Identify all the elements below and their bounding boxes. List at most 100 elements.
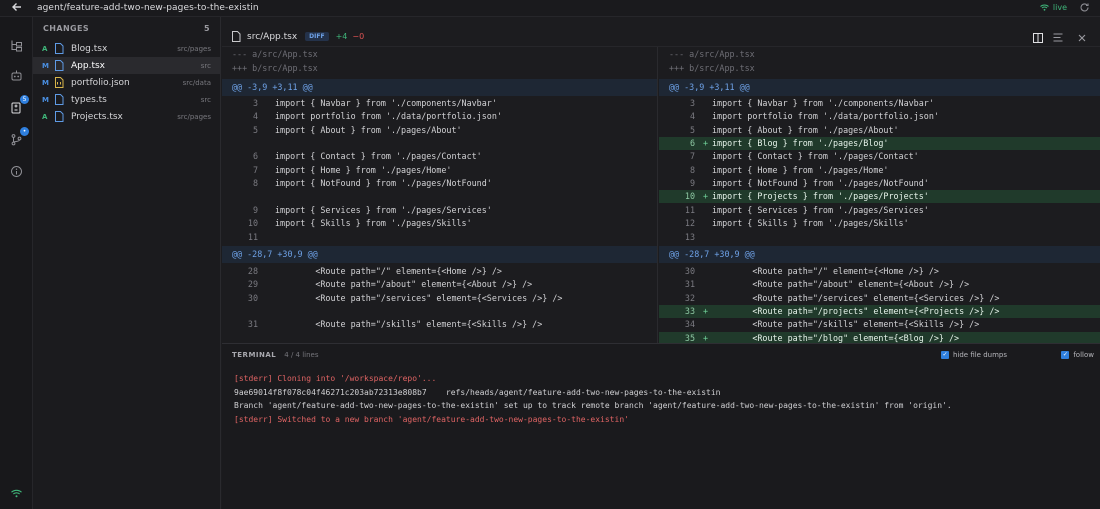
file-row[interactable]: A Projects.tsx src/pages: [33, 108, 220, 125]
checkmark-icon: ✓: [940, 351, 949, 359]
code-line: 13: [659, 231, 1100, 244]
back-arrow-icon[interactable]: [11, 1, 27, 15]
follow-checkbox[interactable]: ✓ follow: [1061, 351, 1094, 359]
diff-meta-new: +++ b/src/App.tsx: [232, 63, 318, 73]
changes-header: CHANGES 5: [33, 17, 220, 40]
file-icon: [54, 111, 64, 122]
split-view-icon[interactable]: [1032, 32, 1044, 43]
code-line: 8 import { NotFound } from './pages/NotFo…: [222, 177, 657, 190]
code-line: 3 import { Navbar } from './components/Na…: [659, 97, 1100, 110]
code-text: <Route path="/skills" element={<Skills /…: [275, 319, 543, 330]
line-number: 7: [689, 151, 695, 162]
code-text: import { Home } from './pages/Home': [275, 164, 452, 175]
hide-file-dumps-label: hide file dumps: [952, 351, 1007, 359]
terminal-output: [stderr] Cloning into '/workspace/repo'.…: [222, 366, 1100, 426]
code-text: <Route path="/services" element={<Servic…: [712, 292, 1000, 303]
line-number: 5: [252, 124, 258, 135]
code-text: import { About } from './pages/About': [712, 124, 899, 135]
follow-label: follow: [1073, 351, 1094, 359]
code-line: 7 import { Contact } from './pages/Contac…: [659, 150, 1100, 163]
line-number: 34: [684, 319, 695, 330]
line-number: 5: [689, 124, 695, 135]
code-text: import { Services } from './pages/Servic…: [275, 204, 492, 215]
code-text: import { Blog } from './pages/Blog': [712, 138, 889, 149]
top-bar: agent/feature-add-two-new-pages-to-the-e…: [0, 0, 1100, 17]
code-text: <Route path="/blog" element={<Blog />} /…: [712, 332, 960, 343]
added-line: 35 + <Route path="/blog" element={<Blog /…: [659, 331, 1100, 343]
unified-view-icon[interactable]: [1052, 32, 1064, 43]
code-text: import portfolio from './data/portfolio.…: [275, 111, 502, 122]
code-line: 7 import { Home } from './pages/Home': [222, 164, 657, 177]
code-text: import { Navbar } from './components/Nav…: [275, 98, 497, 108]
git-branch-icon[interactable]: •: [8, 127, 29, 148]
code-text: import { Skills } from './pages/Skills': [275, 218, 472, 229]
code-line: 5 import { About } from './pages/About': [222, 124, 657, 137]
code-text: <Route path="/" element={<Home />} />: [275, 266, 502, 276]
refresh-icon[interactable]: [1079, 2, 1090, 16]
line-number: 9: [689, 178, 695, 189]
additions-count: +4: [335, 32, 348, 41]
code-line: 11 import { Services } from './pages/Serv…: [659, 204, 1100, 217]
line-number: 13: [684, 231, 695, 242]
changes-count-badge: 5: [20, 95, 29, 104]
line-number: 6: [689, 138, 695, 149]
added-line: 33 + <Route path="/projects" element={<Pr…: [659, 305, 1100, 319]
info-icon[interactable]: [8, 163, 25, 180]
code-text: import { NotFound } from './pages/NotFou…: [712, 178, 929, 189]
line-number: 28: [247, 266, 258, 276]
agent-bot-icon[interactable]: [8, 67, 25, 84]
file-row[interactable]: Mportfolio.json src/data: [33, 74, 220, 91]
line-number: 4: [689, 111, 695, 122]
code-text: import { Contact } from './pages/Contact…: [275, 151, 482, 162]
file-icon: [231, 31, 241, 42]
code-text: import { About } from './pages/About': [275, 124, 462, 135]
code-text: <Route path="/" element={<Home />} />: [712, 266, 939, 276]
line-number: 8: [689, 164, 695, 175]
code-line: 8 import { Home } from './pages/Home': [659, 164, 1100, 177]
code-line: 4 import portfolio from './data/portfolio…: [222, 110, 657, 123]
hide-file-dumps-checkbox[interactable]: ✓ hide file dumps: [940, 351, 1007, 359]
code-line: 32 <Route path="/services" element={<Ser…: [659, 292, 1100, 305]
line-number: 35: [684, 332, 695, 343]
terminal-header: TERMINAL 4 / 4 lines ✓ hide file dumps ✓…: [222, 344, 1100, 366]
diff-meta-old: --- a/src/App.tsx: [232, 49, 318, 59]
diff-pane-new: --- a/src/App.tsx +++ b/src/App.tsx @@ -3,…: [659, 47, 1100, 343]
file-status-badge: A: [42, 112, 48, 121]
code-line: 28 <Route path="/" element={<Home />} />: [222, 265, 657, 278]
code-text: import portfolio from './data/portfolio.…: [712, 111, 939, 122]
line-number: 30: [247, 292, 258, 303]
file-status-badge: M: [42, 78, 49, 87]
code-line: 9 import { NotFound } from './pages/NotFo…: [659, 177, 1100, 190]
code-line: 4 import portfolio from './data/portfolio…: [659, 110, 1100, 123]
file-row[interactable]: Mtypes.ts src: [33, 91, 220, 108]
diff-pane-old: --- a/src/App.tsx +++ b/src/App.tsx @@ -3,…: [222, 47, 658, 343]
line-number: 12: [684, 218, 695, 229]
code-line: 10 import { Skills } from './pages/Skills…: [222, 217, 657, 230]
branch-title: agent/feature-add-two-new-pages-to-the-e…: [37, 3, 259, 13]
code-line: 3 import { Navbar } from './components/Na…: [222, 97, 657, 110]
code-text: <Route path="/projects" element={<Projec…: [712, 306, 1000, 317]
file-row[interactable]: M App.tsx src: [33, 57, 220, 74]
activity-rail: 5 •: [0, 17, 33, 509]
line-number: 11: [247, 231, 258, 242]
code-text: import { NotFound } from './pages/NotFou…: [275, 178, 492, 189]
added-marker: +: [703, 191, 709, 202]
file-directory: src: [200, 61, 211, 70]
code-line: 34 <Route path="/skills" element={<Skill…: [659, 318, 1100, 331]
added-marker: +: [703, 332, 709, 343]
line-number: 10: [684, 191, 695, 202]
code-text: import { Navbar } from './components/Nav…: [712, 98, 934, 108]
close-icon[interactable]: [1076, 32, 1088, 43]
terminal-stderr-line: [stderr] Cloning into '/workspace/repo'.…: [234, 374, 437, 383]
code-line: 31 <Route path="/about" element={<About …: [659, 278, 1100, 291]
explorer-tree-icon[interactable]: [8, 37, 25, 54]
hunk-header: @@ -28,7 +30,9 @@: [659, 246, 1100, 263]
code-line: 12 import { Skills } from './pages/Skills…: [659, 217, 1100, 230]
line-number: 4: [252, 111, 258, 122]
source-changes-icon[interactable]: 5: [8, 95, 29, 116]
line-number: 29: [247, 279, 258, 290]
code-text: import { Services } from './pages/Servic…: [712, 204, 929, 215]
file-row[interactable]: A Blog.tsx src/pages: [33, 40, 220, 57]
